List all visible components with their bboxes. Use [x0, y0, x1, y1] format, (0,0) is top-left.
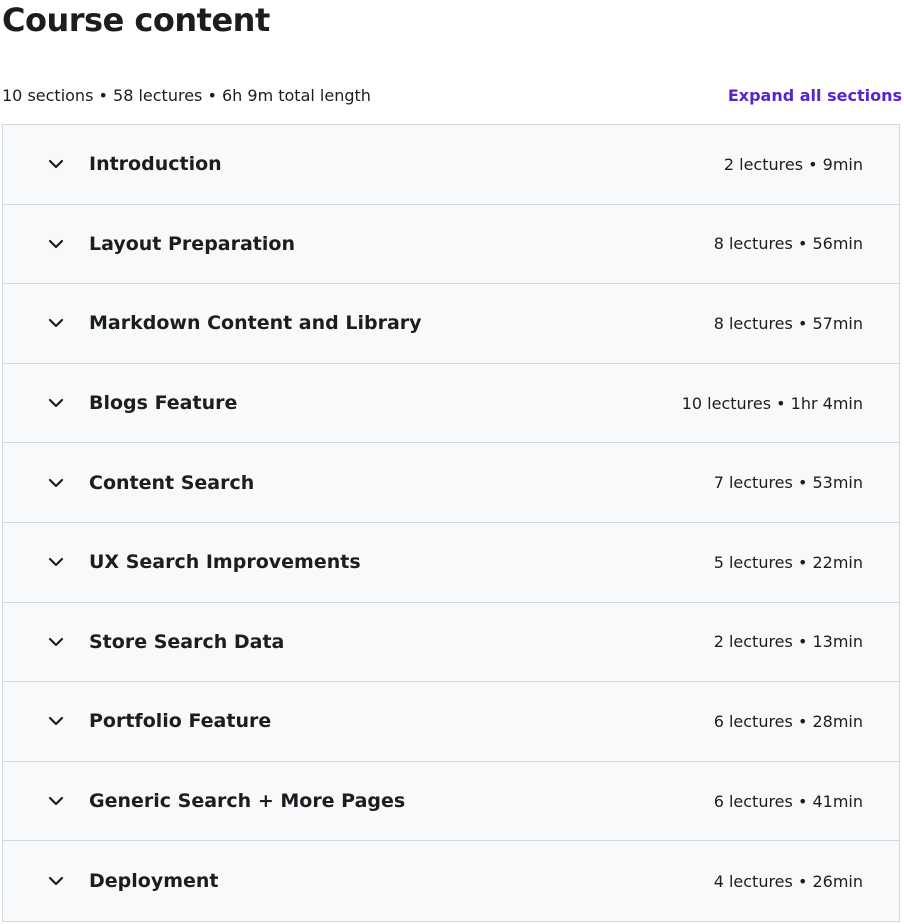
section-row[interactable]: UX Search Improvements 5 lectures • 22mi… [3, 522, 899, 603]
course-summary: 10 sections • 58 lectures • 6h 9m total … [2, 85, 371, 105]
section-title: Introduction [89, 153, 222, 176]
section-row[interactable]: Blogs Feature 10 lectures • 1hr 4min [3, 363, 899, 444]
section-title: Deployment [89, 870, 219, 893]
chevron-down-icon [47, 394, 65, 412]
section-meta: 2 lectures • 9min [723, 154, 863, 174]
course-summary-row: 10 sections • 58 lectures • 6h 9m total … [2, 82, 902, 108]
section-meta: 2 lectures • 13min [713, 632, 863, 652]
section-title: Portfolio Feature [89, 710, 272, 733]
section-title: Blogs Feature [89, 392, 238, 415]
section-meta: 10 lectures • 1hr 4min [681, 393, 863, 413]
section-title: Generic Search + More Pages [89, 790, 406, 813]
section-row[interactable]: Generic Search + More Pages 6 lectures •… [3, 761, 899, 842]
chevron-down-icon [47, 553, 65, 571]
section-meta: 6 lectures • 28min [713, 711, 863, 731]
section-title: Store Search Data [89, 630, 285, 653]
section-title: Markdown Content and Library [89, 312, 422, 335]
section-row[interactable]: Deployment 4 lectures • 26min [3, 841, 899, 921]
chevron-down-icon [47, 633, 65, 651]
section-row[interactable]: Markdown Content and Library 8 lectures … [3, 284, 899, 364]
chevron-down-icon [47, 155, 65, 173]
section-title: UX Search Improvements [89, 551, 361, 574]
chevron-down-icon [47, 872, 65, 890]
section-row[interactable]: Introduction 2 lectures • 9min [3, 125, 899, 205]
page-title: Course content [2, 1, 270, 39]
chevron-down-icon [47, 712, 65, 730]
section-meta: 6 lectures • 41min [713, 791, 863, 811]
section-row[interactable]: Layout Preparation 8 lectures • 56min [3, 204, 899, 285]
section-meta: 8 lectures • 57min [713, 313, 863, 333]
chevron-down-icon [47, 314, 65, 332]
chevron-down-icon [47, 474, 65, 492]
section-meta: 8 lectures • 56min [713, 234, 863, 254]
section-row[interactable]: Portfolio Feature 6 lectures • 28min [3, 682, 899, 762]
section-meta: 4 lectures • 26min [713, 871, 863, 891]
section-meta: 7 lectures • 53min [713, 473, 863, 493]
section-title: Layout Preparation [89, 232, 295, 255]
sections-accordion: Introduction 2 lectures • 9min Layout Pr… [2, 124, 900, 922]
section-meta: 5 lectures • 22min [713, 552, 863, 572]
chevron-down-icon [47, 792, 65, 810]
expand-all-sections-button[interactable]: Expand all sections [728, 86, 902, 105]
section-title: Content Search [89, 471, 255, 494]
section-row[interactable]: Content Search 7 lectures • 53min [3, 443, 899, 523]
section-row[interactable]: Store Search Data 2 lectures • 13min [3, 602, 899, 683]
chevron-down-icon [47, 235, 65, 253]
